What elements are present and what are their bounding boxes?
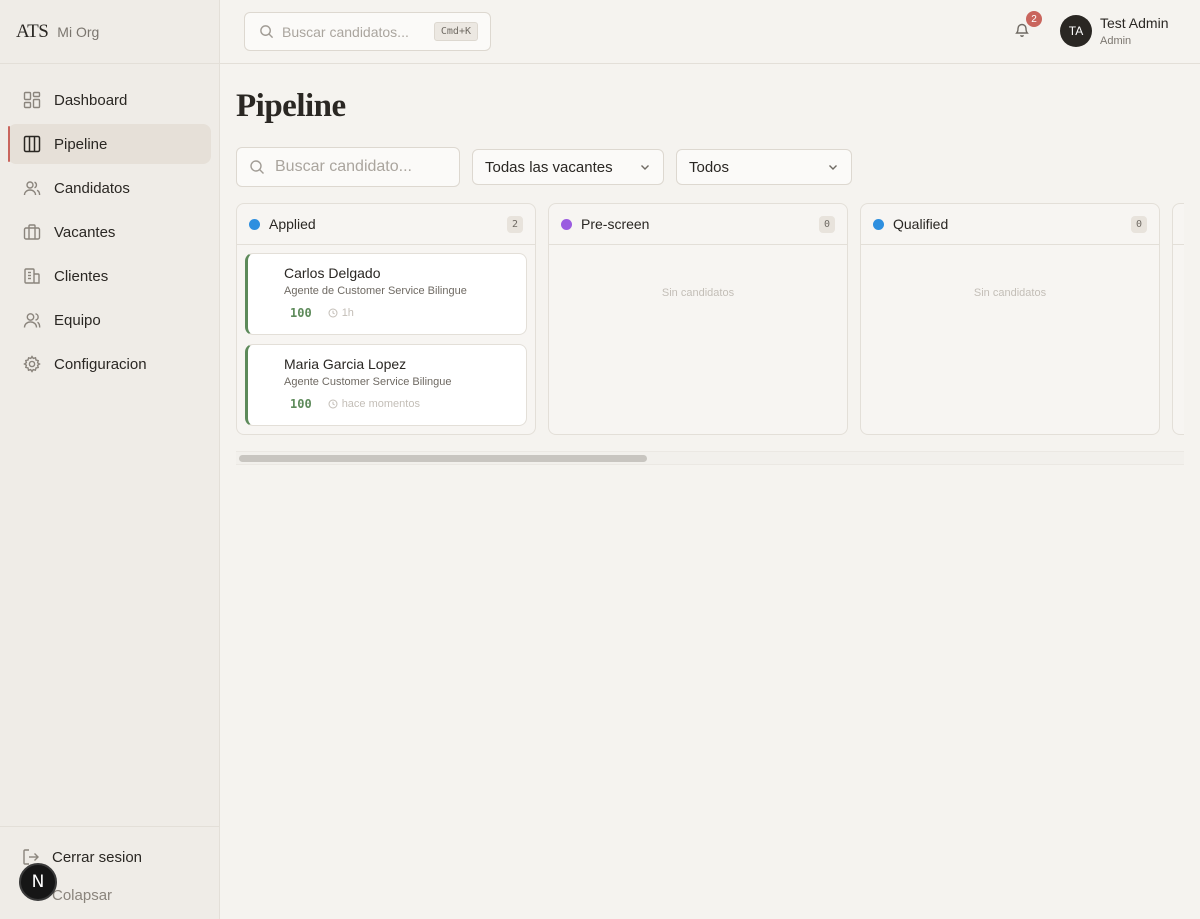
sidebar-item-label: Pipeline	[54, 135, 108, 153]
topbar: Buscar candidatos... Cmd+K 2 TA Test Adm…	[220, 0, 1200, 64]
search-icon	[259, 24, 274, 39]
gear-icon	[22, 354, 42, 374]
sidebar-item-label: Configuracion	[54, 355, 147, 373]
search-placeholder: Buscar candidato...	[275, 158, 412, 175]
column-title: Pre-screen	[581, 216, 650, 232]
assistant-bubble[interactable]: N	[19, 863, 57, 901]
column-count-badge: 0	[1130, 215, 1147, 233]
candidate-name: Maria Garcia Lopez	[284, 356, 407, 372]
sidebar-item-label: Vacantes	[54, 223, 116, 241]
candidate-card[interactable]: Maria Garcia Lopez Agente Customer Servi…	[245, 344, 527, 426]
candidate-name: Carlos Delgado	[284, 265, 381, 281]
briefcase-icon	[22, 222, 42, 242]
board-horizontal-scrollbar[interactable]	[236, 451, 1184, 465]
search-icon	[249, 159, 265, 175]
team-icon	[22, 310, 42, 330]
candidate-meta: 100 1h	[284, 306, 526, 320]
stage-dot	[873, 218, 884, 230]
pipeline-column-qualified: Qualified 0 Sin candidatos	[860, 203, 1160, 435]
chevron-down-icon	[827, 161, 839, 173]
candidate-time: 1h	[341, 307, 354, 319]
column-count-badge: 2	[506, 215, 523, 233]
sidebar-item-configuracion[interactable]: Configuracion	[8, 344, 211, 384]
pipeline-column-applied: Applied 2 Carlos Delgado Agente de Custo…	[236, 203, 536, 435]
main-nav: Dashboard Pipeline Candidatos Vacantes C…	[0, 64, 219, 384]
sidebar-item-label: Clientes	[54, 267, 109, 285]
vacancy-filter-value: Todas las vacantes	[485, 158, 613, 176]
candidate-meta: 100 hace momentos	[284, 397, 526, 411]
page-title: Pipeline	[236, 88, 346, 124]
status-filter-select[interactable]: Todos	[676, 149, 852, 185]
logout-label: Cerrar sesion	[52, 848, 143, 866]
pipeline-column-prescreen: Pre-screen 0 Sin candidatos	[548, 203, 848, 435]
brand-logo[interactable]: ATS	[16, 21, 49, 43]
collapse-label: Colapsar	[52, 886, 113, 904]
chevron-down-icon	[639, 161, 651, 173]
shortcut-hint: Cmd+K	[433, 22, 478, 41]
building-icon	[22, 266, 42, 286]
stage-dot	[561, 218, 572, 230]
column-count-badge: 0	[818, 215, 835, 233]
sidebar-item-clientes[interactable]: Clientes	[8, 256, 211, 296]
candidate-score: 100	[290, 397, 312, 411]
column-header: Pre-screen 0	[549, 204, 847, 245]
sidebar-item-candidatos[interactable]: Candidatos	[8, 168, 211, 208]
avatar[interactable]: TA	[1060, 15, 1092, 47]
scrollbar-thumb[interactable]	[239, 455, 647, 462]
sidebar-item-dashboard[interactable]: Dashboard	[8, 80, 211, 120]
candidate-time: hace momentos	[341, 398, 420, 410]
pipeline-board: Applied 2 Carlos Delgado Agente de Custo…	[236, 203, 1184, 435]
notification-count-badge: 2	[1026, 11, 1042, 27]
column-header: Qualified 0	[861, 204, 1159, 245]
brand: ATS Mi Org	[0, 0, 219, 64]
dashboard-icon	[22, 90, 42, 110]
sidebar-item-pipeline[interactable]: Pipeline	[8, 124, 211, 164]
empty-state: Sin candidatos	[661, 287, 735, 299]
candidate-role: Agente de Customer Service Bilingue	[284, 285, 467, 297]
sidebar-item-label: Candidatos	[54, 179, 130, 197]
sidebar-item-label: Dashboard	[54, 91, 128, 109]
column-header: Applied 2	[237, 204, 535, 245]
sidebar-item-label: Equipo	[54, 311, 101, 329]
sidebar-item-equipo[interactable]: Equipo	[8, 300, 211, 340]
clock-icon	[328, 399, 338, 409]
columns-icon	[22, 134, 42, 154]
candidate-search-input[interactable]: Buscar candidato...	[236, 147, 460, 187]
search-placeholder: Buscar candidatos...	[282, 23, 409, 40]
stage-dot	[249, 218, 260, 230]
org-name: Mi Org	[57, 23, 100, 40]
global-search-input[interactable]: Buscar candidatos... Cmd+K	[244, 12, 491, 51]
column-title: Applied	[269, 216, 316, 232]
user-role: Admin	[1100, 35, 1132, 47]
pipeline-column-next	[1172, 203, 1184, 435]
status-filter-value: Todos	[689, 158, 730, 176]
column-title: Qualified	[893, 216, 949, 232]
sidebar: ATS Mi Org Dashboard Pipeline Candidatos	[0, 0, 220, 919]
column-header	[1173, 204, 1184, 245]
candidate-role: Agente Customer Service Bilingue	[284, 376, 452, 388]
candidate-card[interactable]: Carlos Delgado Agente de Customer Servic…	[245, 253, 527, 335]
user-name: Test Admin	[1100, 15, 1169, 31]
clock-icon	[328, 308, 338, 318]
empty-state: Sin candidatos	[973, 287, 1047, 299]
sidebar-item-vacantes[interactable]: Vacantes	[8, 212, 211, 252]
users-icon	[22, 178, 42, 198]
vacancy-filter-select[interactable]: Todas las vacantes	[472, 149, 664, 185]
candidate-score: 100	[290, 306, 312, 320]
